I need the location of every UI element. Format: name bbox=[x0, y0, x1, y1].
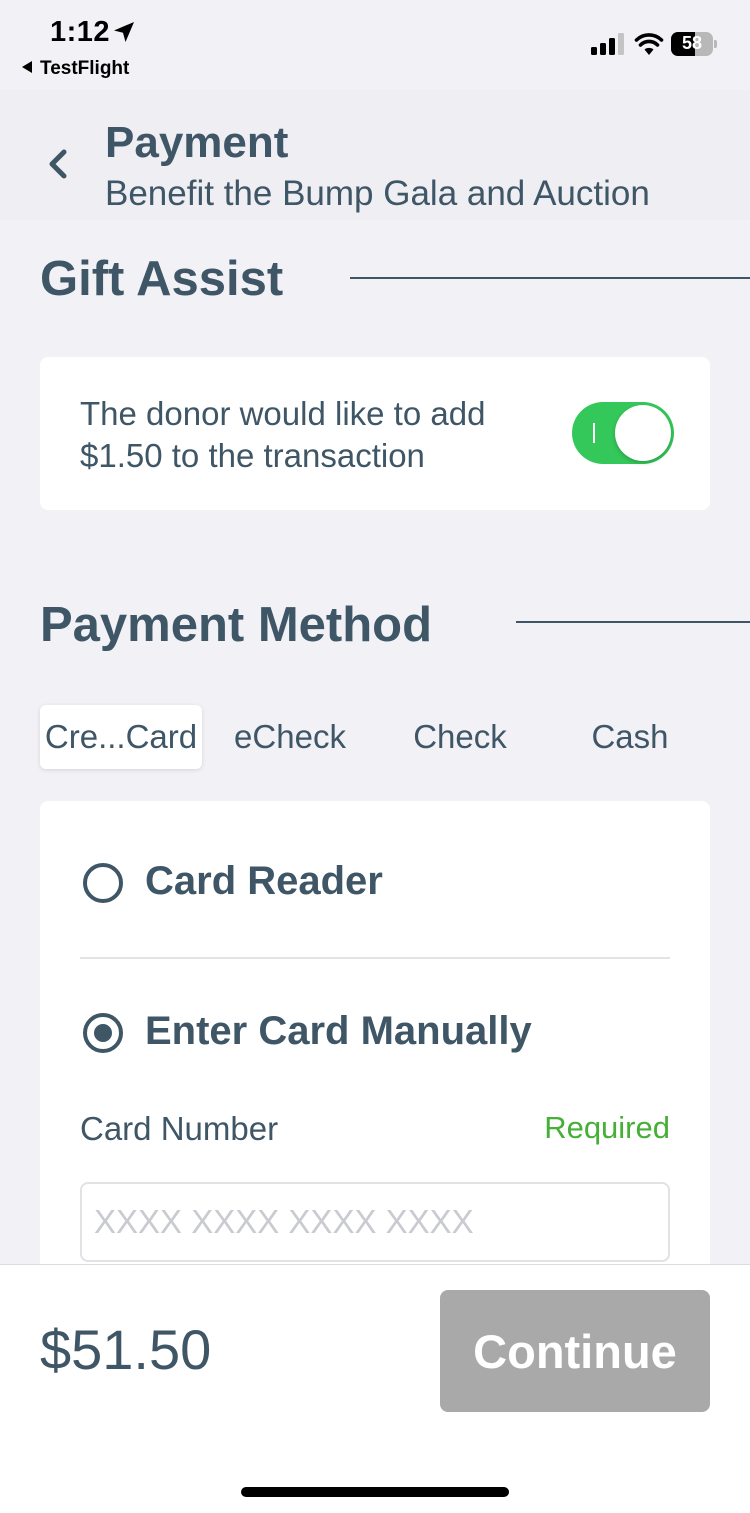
tab-cash[interactable]: Cash bbox=[550, 705, 710, 769]
back-to-app-link[interactable]: TestFlight bbox=[22, 58, 129, 80]
nav-header: Payment Benefit the Bump Gala and Auctio… bbox=[0, 90, 750, 220]
gift-assist-text: The donor would like to add $1.50 to the… bbox=[80, 395, 486, 474]
battery-percent: 58 bbox=[681, 33, 703, 53]
page-subtitle: Benefit the Bump Gala and Auction bbox=[105, 174, 650, 213]
page-title: Payment bbox=[105, 118, 289, 167]
status-time: 1:12 bbox=[50, 16, 111, 48]
payment-method-heading: Payment Method bbox=[40, 598, 433, 652]
card-number-label: Card Number bbox=[80, 1110, 279, 1147]
card-number-input[interactable] bbox=[80, 1182, 670, 1262]
tab-check[interactable]: Check bbox=[380, 705, 540, 769]
continue-button[interactable]: Continue bbox=[440, 1290, 710, 1412]
gift-assist-toggle[interactable] bbox=[572, 402, 674, 464]
status-bar: 1:12 TestFlight 58 bbox=[0, 0, 750, 90]
enter-card-manually-radio[interactable] bbox=[83, 1013, 123, 1053]
toggle-knob bbox=[615, 405, 671, 461]
required-indicator: Required bbox=[544, 1110, 670, 1145]
tab-credit-card[interactable]: Cre...Card bbox=[40, 705, 202, 769]
back-triangle-icon bbox=[22, 61, 32, 73]
gift-assist-card: The donor would like to add $1.50 to the… bbox=[40, 357, 710, 510]
radio-selected-dot bbox=[94, 1024, 112, 1042]
payment-options-card: Card Reader Enter Card Manually Card Num… bbox=[40, 801, 710, 1321]
wifi-icon bbox=[634, 33, 664, 55]
payment-method-divider bbox=[516, 621, 750, 623]
enter-card-manually-label: Enter Card Manually bbox=[145, 1009, 532, 1053]
location-arrow-icon bbox=[114, 22, 134, 42]
gift-assist-heading: Gift Assist bbox=[40, 252, 284, 306]
toggle-on-mark bbox=[593, 423, 595, 443]
card-reader-radio[interactable] bbox=[83, 863, 123, 903]
tab-echeck[interactable]: eCheck bbox=[212, 705, 368, 769]
gift-assist-divider bbox=[350, 277, 750, 279]
total-amount: $51.50 bbox=[40, 1318, 212, 1381]
payment-method-tabs: Cre...Card eCheck Check Cash bbox=[40, 705, 710, 769]
cellular-signal-icon bbox=[591, 33, 625, 55]
checkout-footer: $51.50 Continue bbox=[0, 1264, 750, 1513]
battery-icon: 58 bbox=[671, 32, 717, 56]
home-indicator[interactable] bbox=[241, 1487, 509, 1497]
options-divider bbox=[80, 957, 670, 959]
back-app-label: TestFlight bbox=[40, 58, 130, 79]
chevron-left-icon[interactable] bbox=[42, 144, 76, 184]
card-reader-label: Card Reader bbox=[145, 859, 383, 903]
